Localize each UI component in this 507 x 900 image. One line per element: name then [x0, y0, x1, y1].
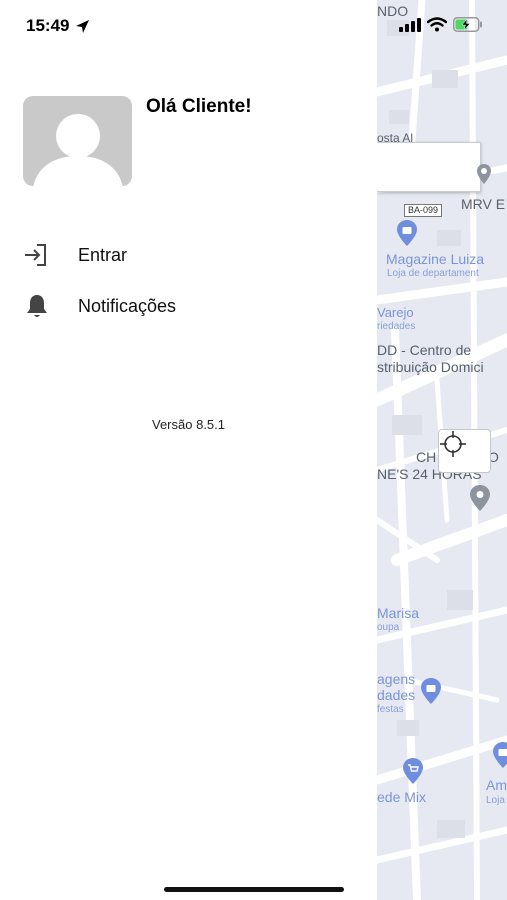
map-search-box[interactable]: [377, 142, 481, 192]
map-label-marisa: Marisa: [377, 605, 420, 621]
user-avatar-icon: [33, 114, 123, 186]
side-drawer: Olá Cliente! Entrar Notificações Versão …: [0, 0, 377, 900]
login-icon: [22, 240, 52, 270]
map-view[interactable]: NDO osta Al BA-099 MRV E Magazine Luiza …: [377, 0, 507, 900]
signal-icon: [399, 17, 421, 32]
location-pin-icon: [477, 164, 491, 184]
shopping-pin-icon: [397, 220, 417, 246]
menu-item-label: Notificações: [78, 295, 177, 316]
greeting-title: Olá Cliente!: [146, 96, 252, 117]
shopping-pin-icon: [493, 742, 507, 768]
map-label-varejo: Varejo: [377, 305, 414, 320]
map-label-marisa-sub: oupa: [377, 622, 400, 633]
map-label-festas: festas: [377, 704, 404, 715]
map-label-mrv: MRV E: [461, 196, 506, 212]
map-label-loja: Loja: [486, 795, 505, 806]
wifi-icon: [427, 17, 447, 32]
map-label-cdd-1: DD - Centro de: [377, 342, 472, 358]
status-icons: [399, 17, 483, 32]
map-label-agens: agens: [377, 671, 416, 687]
route-badge: BA-099: [404, 204, 443, 217]
map-label-rede-mix: ede Mix: [377, 789, 427, 805]
app-version: Versão 8.5.1: [152, 417, 225, 432]
map-label-ch: CH: [416, 449, 437, 465]
battery-charging-icon: [453, 17, 482, 32]
map-label-cdd-2: stribuição Domici: [377, 359, 484, 375]
crosshair-icon: [440, 431, 466, 457]
map-label-am: Am: [486, 777, 507, 793]
home-indicator[interactable]: [164, 887, 344, 892]
shopping-cart-pin-icon: [403, 758, 423, 784]
menu-item-entrar[interactable]: Entrar: [22, 240, 127, 270]
map-label-varejo-sub: riedades: [377, 321, 416, 332]
map-label-magazine-luiza-sub: Loja de departament: [387, 268, 479, 279]
shopping-pin-icon: [421, 678, 441, 704]
menu-item-label: Entrar: [78, 244, 128, 265]
locate-me-button[interactable]: [438, 429, 491, 473]
map-label-idades: dades: [377, 687, 416, 703]
bell-icon: [22, 291, 52, 321]
location-pin-icon: [470, 485, 490, 511]
map-label-magazine-luiza: Magazine Luiza: [386, 251, 485, 267]
menu-item-notificacoes[interactable]: Notificações: [22, 291, 176, 321]
avatar[interactable]: [23, 96, 132, 186]
